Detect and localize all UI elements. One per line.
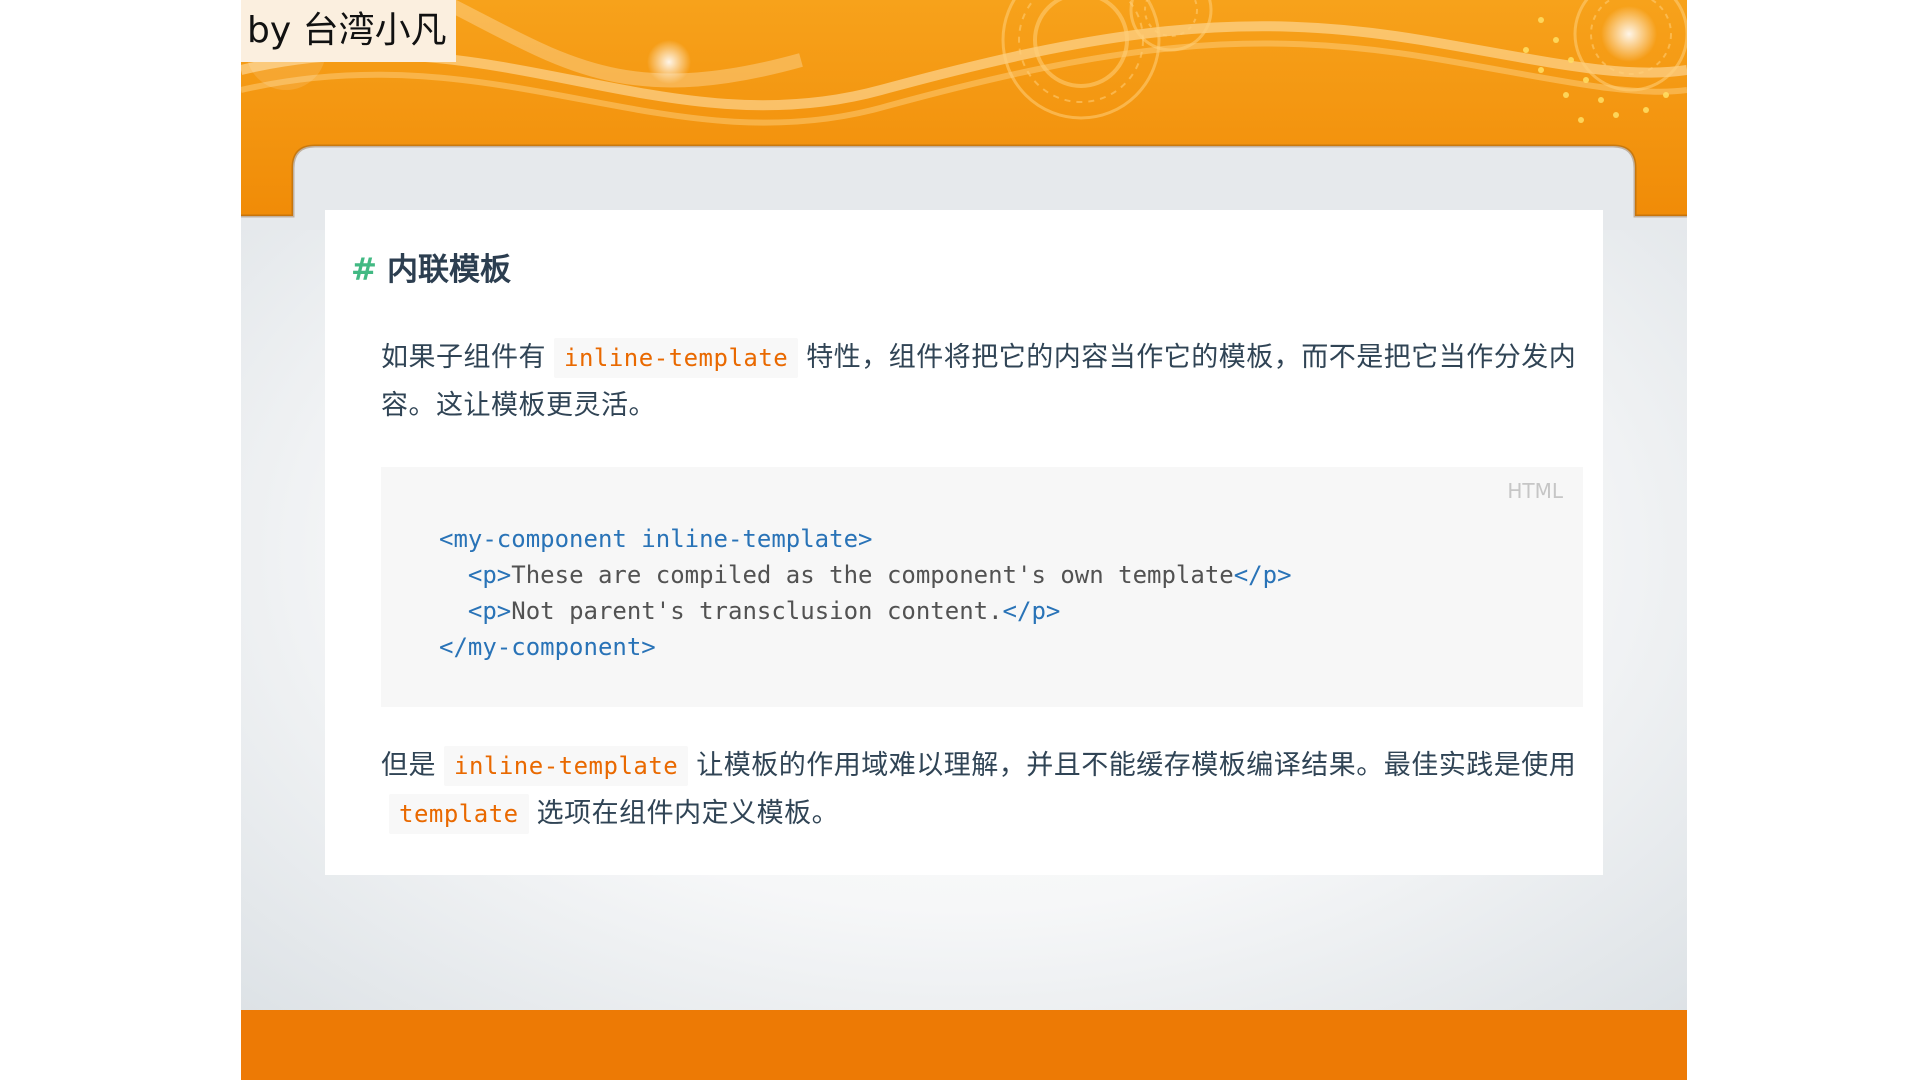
code-tag: </p> <box>1233 561 1292 589</box>
para2-text-before: 但是 <box>381 750 436 781</box>
content-card: # 内联模板 如果子组件有 inline-template 特性，组件将把它的内容当作… <box>325 210 1603 875</box>
code-lines: <my-component inline-template> <p>These … <box>439 521 1292 665</box>
author-watermark-label: by 台湾小凡 <box>241 0 456 62</box>
paragraph-inline-template-intro: 如果子组件有 inline-template 特性，组件将把它的内容当作它的模板，而… <box>381 334 1581 430</box>
slide: # 内联模板 如果子组件有 inline-template 特性，组件将把它的内容当作… <box>241 0 1687 1080</box>
code-tag: <p> <box>467 597 512 625</box>
code-line: <p>Not parent's transclusion content.</p… <box>439 593 1292 629</box>
para2-text-middle: 让模板的作用域难以理解，并且不能缓存模板编译结果。最佳实践是使用 <box>696 750 1577 781</box>
section-heading: # 内联模板 <box>351 248 511 292</box>
code-tag: </my-component> <box>439 633 656 661</box>
code-tag: <my-component inline-template> <box>439 525 873 553</box>
para1-text-before: 如果子组件有 <box>381 342 546 373</box>
code-line: <my-component inline-template> <box>439 521 1292 557</box>
paragraph-best-practice: 但是 inline-template 让模板的作用域难以理解，并且不能缓存模板编译结… <box>381 742 1581 838</box>
code-text: These are compiled as the component's ow… <box>511 561 1234 589</box>
banner-graphic <box>241 0 1687 230</box>
code-language-label: HTML <box>1507 479 1563 503</box>
section-title: 内联模板 <box>386 252 511 288</box>
code-line: <p>These are compiled as the component's… <box>439 557 1292 593</box>
code-text: Not parent's transclusion content. <box>511 597 1003 625</box>
heading-anchor-hash[interactable]: # <box>351 252 377 288</box>
code-block: HTML <my-component inline-template> <p>T… <box>381 467 1583 707</box>
inline-code-inline-template: inline-template <box>554 338 799 378</box>
inline-code-inline-template: inline-template <box>444 746 689 786</box>
code-line: </my-component> <box>439 629 1292 665</box>
para2-text-after: 选项在组件内定义模板。 <box>536 798 840 829</box>
inline-code-template: template <box>389 794 529 834</box>
code-tag: </p> <box>1002 597 1061 625</box>
code-tag: <p> <box>467 561 512 589</box>
header-banner <box>241 0 1687 230</box>
footer-bar <box>241 1010 1687 1080</box>
